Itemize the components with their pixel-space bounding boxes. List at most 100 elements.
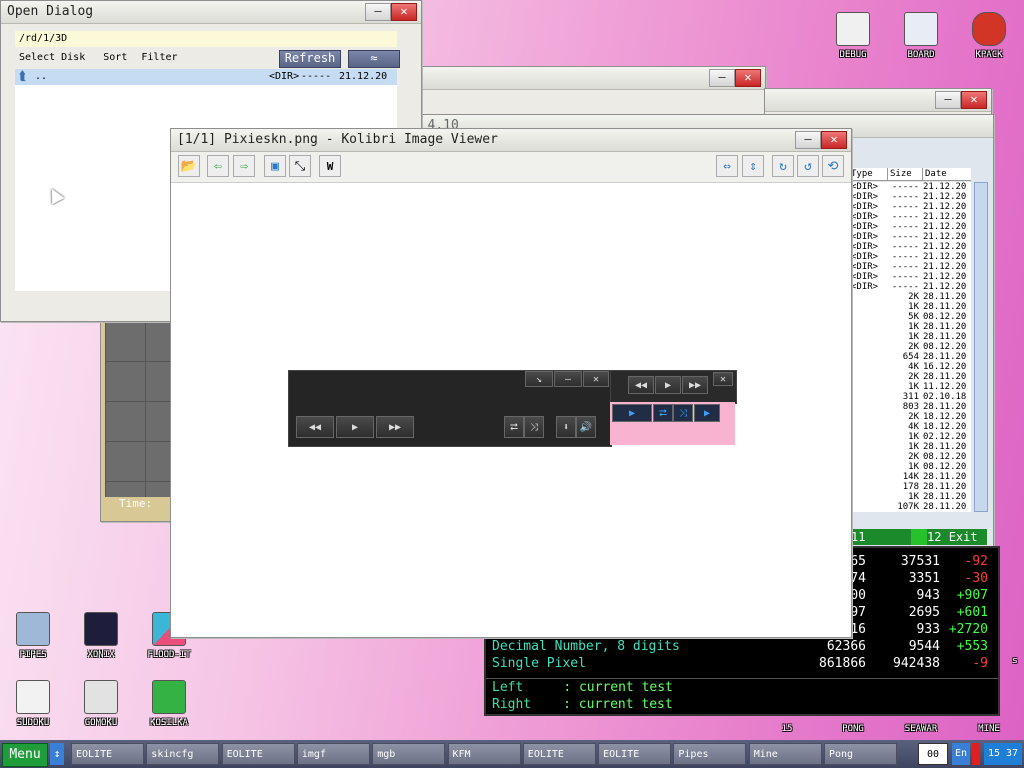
size-cell: ----- bbox=[891, 282, 919, 292]
taskbar-item[interactable]: Pong bbox=[824, 743, 897, 765]
table-row[interactable]: <DIR> ----- 21.12.20 bbox=[849, 242, 971, 252]
table-row[interactable]: <DIR> ----- 21.12.20 bbox=[849, 252, 971, 262]
table-row[interactable]: <DIR> ----- 21.12.20 bbox=[849, 262, 971, 272]
seawar-label[interactable]: SEAWAR bbox=[884, 724, 958, 734]
size-cell: 1K bbox=[908, 492, 919, 502]
open-dialog-titlebar[interactable]: Open Dialog bbox=[1, 1, 421, 24]
table-row[interactable]: 803 28.11.20 bbox=[849, 402, 971, 412]
kosilka-icon[interactable]: KOSILKA bbox=[132, 680, 206, 728]
up-button[interactable]: ≈ bbox=[348, 50, 400, 68]
file-list-scrollbar[interactable] bbox=[974, 182, 988, 512]
taskbar-item[interactable]: EOLITE bbox=[71, 743, 144, 765]
close-button[interactable]: ✕ bbox=[961, 91, 987, 109]
table-row[interactable]: <DIR> ----- 21.12.20 bbox=[849, 222, 971, 232]
fit-icon[interactable]: ▣ bbox=[264, 155, 286, 177]
rotate-180-icon[interactable]: ⟲ bbox=[822, 155, 844, 177]
minimize-button[interactable]: — bbox=[365, 3, 391, 21]
wallpaper-icon[interactable]: W bbox=[319, 155, 341, 177]
table-row[interactable]: 311 02.10.18 bbox=[849, 392, 971, 402]
table-row[interactable]: 1K 28.11.20 bbox=[849, 302, 971, 312]
close-button[interactable]: ✕ bbox=[821, 131, 847, 149]
table-row[interactable]: 2K 08.12.20 bbox=[849, 452, 971, 462]
pipes-icon[interactable]: PIPES bbox=[0, 612, 70, 660]
table-row[interactable]: 1K 28.11.20 bbox=[849, 332, 971, 342]
flip-horizontal-icon[interactable]: ⇔ bbox=[716, 155, 738, 177]
taskbar-item[interactable]: mgb bbox=[372, 743, 446, 765]
table-row[interactable]: 107K 28.11.20 bbox=[849, 502, 971, 512]
column-size[interactable]: Size bbox=[887, 168, 912, 180]
mine-label[interactable]: MINE bbox=[952, 724, 1024, 734]
rotate-cw-icon[interactable]: ↻ bbox=[772, 155, 794, 177]
kpack-icon[interactable]: KPACK bbox=[952, 12, 1024, 60]
table-row[interactable]: 178 28.11.20 bbox=[849, 482, 971, 492]
open-icon[interactable]: 📂 bbox=[178, 155, 200, 177]
select-disk-menu[interactable]: Select Disk bbox=[19, 52, 85, 63]
switch-icon[interactable]: ↕ bbox=[50, 743, 64, 765]
table-row[interactable]: 1K 08.12.20 bbox=[849, 462, 971, 472]
filter-menu[interactable]: Filter bbox=[141, 52, 177, 63]
table-row[interactable]: 1K 28.11.20 bbox=[849, 442, 971, 452]
table-row[interactable]: 1K 28.11.20 bbox=[849, 492, 971, 502]
taskbar-item[interactable]: skincfg bbox=[146, 743, 220, 765]
table-row[interactable]: 5K 08.12.20 bbox=[849, 312, 971, 322]
game-board[interactable] bbox=[105, 321, 177, 497]
minimize-button[interactable]: — bbox=[935, 91, 961, 109]
taskbar-item[interactable]: Mine bbox=[748, 743, 822, 765]
label-15[interactable]: 15 bbox=[750, 724, 824, 734]
fkey-12[interactable]: 1112 Exit bbox=[927, 529, 987, 545]
path-field[interactable]: /rd/1/3D bbox=[15, 31, 397, 47]
table-row[interactable]: 1K 02.12.20 bbox=[849, 432, 971, 442]
date-cell: 08.12.20 bbox=[923, 342, 967, 352]
close-button[interactable]: ✕ bbox=[735, 69, 761, 87]
table-row[interactable]: 1K 28.11.20 bbox=[849, 322, 971, 332]
table-row[interactable]: <DIR> ----- 21.12.20 bbox=[849, 272, 971, 282]
minimize-button[interactable]: — bbox=[795, 131, 821, 149]
next-icon[interactable]: ⇨ bbox=[233, 155, 255, 177]
column-type[interactable]: Type bbox=[851, 168, 873, 180]
table-row[interactable]: 2K 18.12.20 bbox=[849, 412, 971, 422]
table-row[interactable]: 14K 28.11.20 bbox=[849, 472, 971, 482]
rotate-ccw-icon[interactable]: ↺ bbox=[797, 155, 819, 177]
table-row[interactable]: 2K 08.12.20 bbox=[849, 342, 971, 352]
pong-label[interactable]: PONG bbox=[816, 724, 890, 734]
taskbar-item[interactable]: EOLITE bbox=[221, 743, 295, 765]
taskbar-item[interactable]: EOLITE bbox=[598, 743, 672, 765]
menu-button[interactable]: Menu bbox=[2, 743, 48, 767]
table-row[interactable]: 4K 18.12.20 bbox=[849, 422, 971, 432]
sudoku-icon[interactable]: SUDOKU bbox=[0, 680, 70, 728]
taskbar-item[interactable]: KFM bbox=[447, 743, 521, 765]
list-item[interactable]: ⮬ .. <DIR> ----- 21.12.20 bbox=[15, 69, 397, 85]
column-date[interactable]: Date bbox=[922, 168, 947, 180]
table-row[interactable]: 654 28.11.20 bbox=[849, 352, 971, 362]
table-row[interactable]: <DIR> ----- 21.12.20 bbox=[849, 282, 971, 292]
file-list[interactable]: <DIR> ----- 21.12.20 <DIR> ----- 21.12.20 <DIR… bbox=[849, 182, 971, 512]
taskbar-item[interactable]: imgf bbox=[296, 743, 370, 765]
refresh-button[interactable]: Refresh bbox=[279, 50, 341, 68]
taskbar-item[interactable]: Pipes bbox=[673, 743, 747, 765]
table-row[interactable]: 2K 28.11.20 bbox=[849, 372, 971, 382]
table-row[interactable]: <DIR> ----- 21.12.20 bbox=[849, 212, 971, 222]
image-viewer-titlebar[interactable]: [1/1] Pixieskn.png - Kolibri Image Viewe… bbox=[171, 129, 851, 152]
table-row[interactable]: <DIR> ----- 21.12.20 bbox=[849, 202, 971, 212]
test-value-c: -9 bbox=[972, 656, 988, 671]
minimize-button[interactable]: — bbox=[709, 69, 735, 87]
gomoku-icon[interactable]: GOMOKU bbox=[64, 680, 138, 728]
table-row[interactable]: <DIR> ----- 21.12.20 bbox=[849, 232, 971, 242]
table-row[interactable]: 4K 16.12.20 bbox=[849, 362, 971, 372]
table-row[interactable]: 1K 11.12.20 bbox=[849, 382, 971, 392]
table-row[interactable]: <DIR> ----- 21.12.20 bbox=[849, 182, 971, 192]
prev-icon[interactable]: ⇦ bbox=[207, 155, 229, 177]
board-icon[interactable]: BOARD bbox=[884, 12, 958, 60]
language-indicator[interactable]: En bbox=[952, 743, 970, 765]
page-counter[interactable]: 00 bbox=[918, 743, 948, 765]
sort-menu[interactable]: Sort bbox=[103, 52, 127, 63]
debug-icon[interactable]: DEBUG bbox=[816, 12, 890, 60]
table-row[interactable]: 2K 28.11.20 bbox=[849, 292, 971, 302]
xonix-icon[interactable]: XONIX bbox=[64, 612, 138, 660]
flip-vertical-icon[interactable]: ⇕ bbox=[742, 155, 764, 177]
table-row[interactable]: <DIR> ----- 21.12.20 bbox=[849, 192, 971, 202]
close-button[interactable]: ✕ bbox=[391, 3, 417, 21]
fullscreen-icon[interactable]: ⤡ bbox=[289, 155, 311, 177]
fkey-11[interactable]: 11 bbox=[851, 529, 911, 545]
taskbar-item[interactable]: EOLITE bbox=[522, 743, 596, 765]
